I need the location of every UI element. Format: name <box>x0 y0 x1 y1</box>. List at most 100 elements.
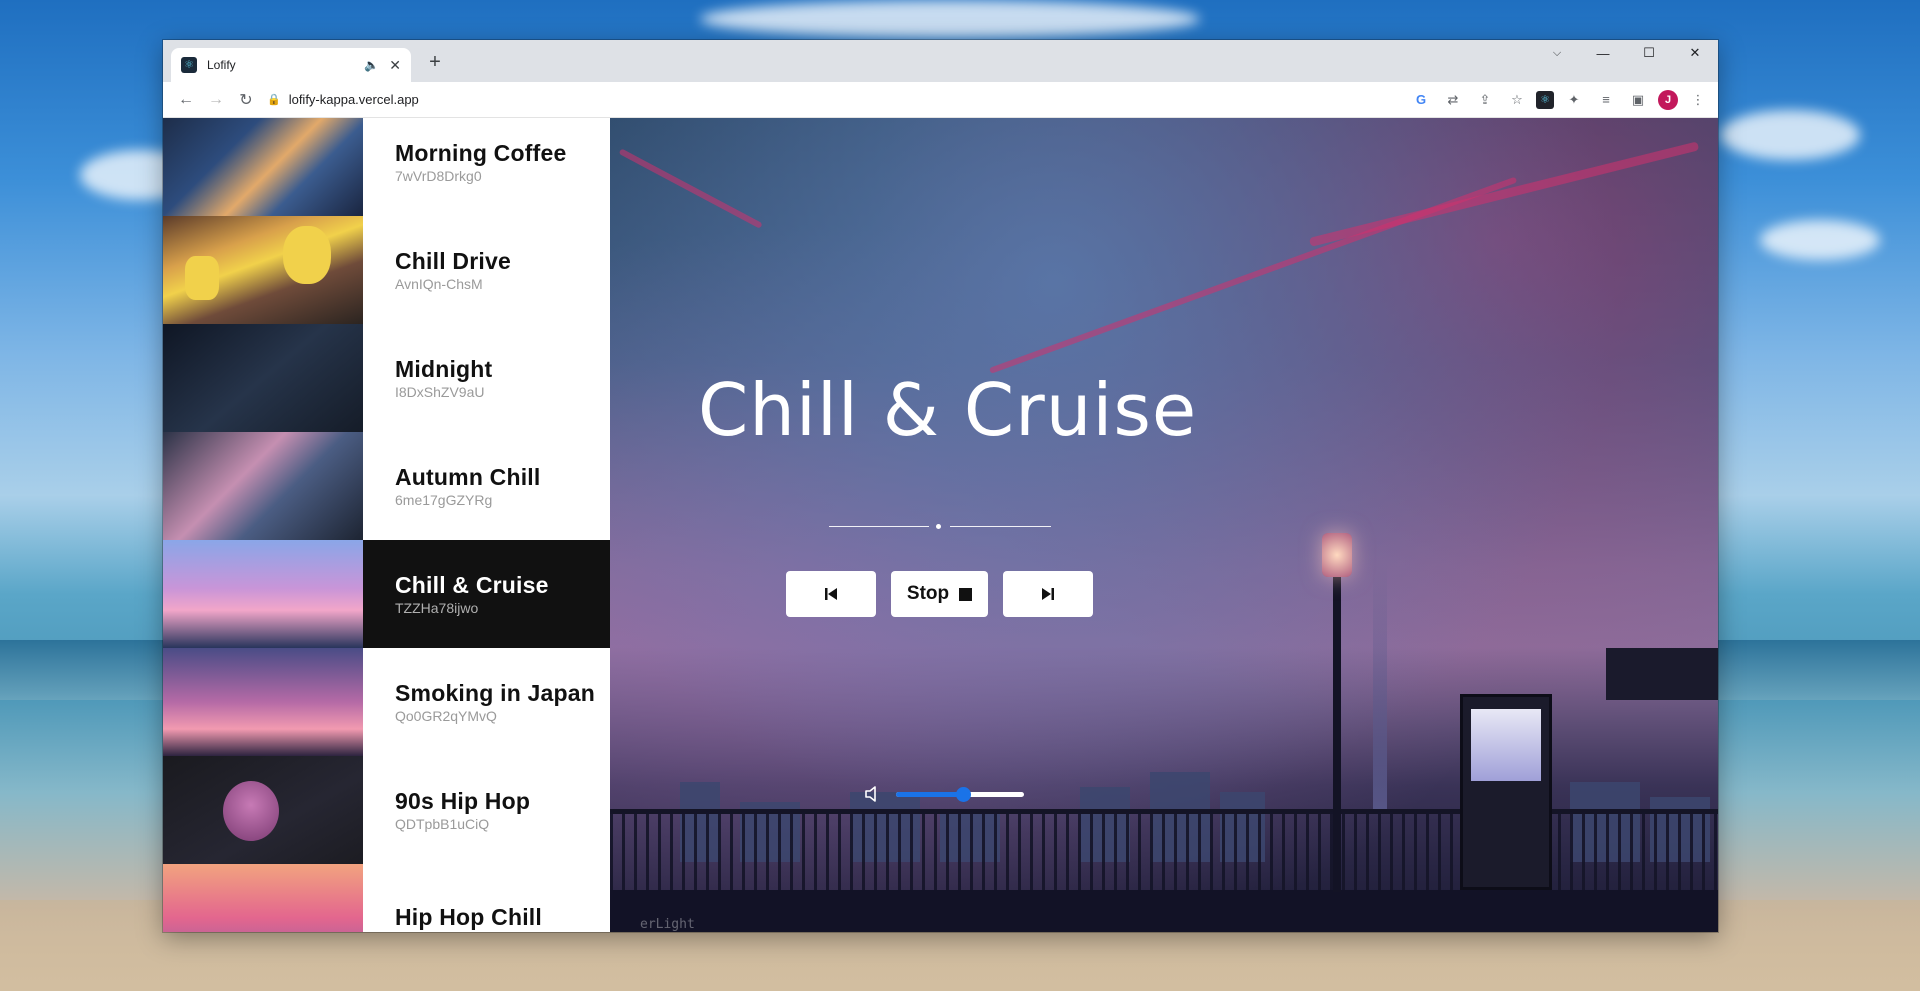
menu-dots-icon[interactable]: ⋮ <box>1686 88 1710 112</box>
station-item[interactable]: Midnight I8DxShZV9aU <box>163 324 610 432</box>
station-thumbnail <box>163 756 363 864</box>
side-panel-icon[interactable]: ▣ <box>1626 88 1650 112</box>
stop-label: Stop <box>906 583 950 604</box>
station-info: Chill & Cruise TZZHa78ijwo <box>363 540 610 648</box>
station-video-id: Qo0GR2qYMvQ <box>395 708 497 724</box>
react-favicon-icon: ⚛ <box>181 57 197 73</box>
cloud-decoration <box>700 0 1200 38</box>
media-control-icon[interactable]: ≡ <box>1594 88 1618 112</box>
extensions-area: ⚛ ✦ ≡ ▣ J ⋮ <box>1536 88 1710 112</box>
station-thumbnail <box>163 540 363 648</box>
station-name: 90s Hip Hop <box>395 788 531 814</box>
address-bar-actions: G ⇄ ⇪ ☆ <box>1410 92 1528 108</box>
station-video-id: 6me17gGZYRg <box>395 492 493 508</box>
speaker-icon[interactable]: 🔈 <box>364 58 379 72</box>
station-item[interactable]: Hip Hop Chill <box>163 864 610 932</box>
station-name: Autumn Chill <box>395 464 541 490</box>
profile-avatar[interactable]: J <box>1658 89 1678 110</box>
station-item[interactable]: Autumn Chill 6me17gGZYRg <box>163 432 610 540</box>
artist-watermark: erLight <box>640 917 695 932</box>
back-button[interactable]: ← <box>171 85 201 115</box>
minimize-button[interactable]: — <box>1580 40 1626 66</box>
station-thumbnail <box>163 432 363 540</box>
tab-title: Lofify <box>207 58 236 72</box>
volume-slider-fill <box>896 791 963 797</box>
previous-button[interactable] <box>786 571 876 617</box>
lofify-app: Morning Coffee 7wVrD8Drkg0 Chill Drive A… <box>163 118 1718 932</box>
station-item[interactable]: Morning Coffee 7wVrD8Drkg0 <box>163 118 610 216</box>
ground <box>610 890 1718 932</box>
share-icon[interactable]: ⇪ <box>1474 92 1496 108</box>
stop-button[interactable]: Stop <box>891 571 988 617</box>
station-thumbnail <box>163 324 363 432</box>
translate-icon[interactable]: ⇄ <box>1442 92 1464 108</box>
station-name: Smoking in Japan <box>395 680 596 706</box>
bus-shelter <box>1606 648 1718 700</box>
station-info: 90s Hip Hop QDTpbB1uCiQ <box>363 756 610 864</box>
station-thumbnail <box>163 118 363 216</box>
station-video-id: AvnIQn-ChsM <box>395 276 483 292</box>
station-sidebar: Morning Coffee 7wVrD8Drkg0 Chill Drive A… <box>163 118 610 932</box>
sky-streak <box>618 148 763 229</box>
station-thumbnail <box>163 648 363 756</box>
volume-slider-thumb[interactable] <box>955 786 971 802</box>
stop-icon <box>959 587 973 601</box>
station-name: Morning Coffee <box>395 140 567 166</box>
station-video-id: QDTpbB1uCiQ <box>395 816 490 832</box>
station-info: Morning Coffee 7wVrD8Drkg0 <box>363 118 610 216</box>
station-info: Hip Hop Chill <box>363 864 610 932</box>
forward-button[interactable]: → <box>201 85 231 115</box>
station-video-id: 7wVrD8Drkg0 <box>395 168 482 184</box>
station-video-id: I8DxShZV9aU <box>395 384 485 400</box>
vending-machine <box>1460 694 1552 890</box>
puzzle-extensions-icon[interactable]: ✦ <box>1562 88 1586 112</box>
maximize-button[interactable]: ☐ <box>1626 40 1672 66</box>
browser-toolbar: ← → ↻ 🔒 lofify-kappa.vercel.app G ⇄ ⇪ ☆ … <box>163 82 1718 118</box>
playback-controls: Stop <box>786 571 1093 617</box>
next-button[interactable] <box>1003 571 1093 617</box>
station-info: Midnight I8DxShZV9aU <box>363 324 610 432</box>
station-thumbnail <box>163 864 363 932</box>
station-name: Chill Drive <box>395 248 511 274</box>
browser-window: ⚛ Lofify 🔈 ✕ + ⌵ — ☐ ✕ ← → ↻ 🔒 lofify-ka… <box>163 40 1718 932</box>
skip-next-icon <box>1042 588 1054 600</box>
close-icon[interactable]: ✕ <box>389 57 401 74</box>
volume-slider[interactable] <box>896 786 1024 802</box>
sky-streak <box>1308 141 1700 247</box>
chevron-down-icon[interactable]: ⌵ <box>1542 42 1572 64</box>
volume-mute-icon[interactable] <box>862 783 884 805</box>
station-item[interactable]: Smoking in Japan Qo0GR2qYMvQ <box>163 648 610 756</box>
address-bar[interactable]: 🔒 lofify-kappa.vercel.app <box>267 86 1402 114</box>
station-thumbnail <box>163 216 363 324</box>
browser-tab[interactable]: ⚛ Lofify 🔈 ✕ <box>171 48 411 82</box>
now-playing-title: Chill & Cruise <box>698 368 1198 452</box>
reload-button[interactable]: ↻ <box>231 85 261 115</box>
cloud-decoration <box>1720 110 1860 160</box>
station-name: Chill & Cruise <box>395 572 549 598</box>
title-divider <box>829 523 1051 531</box>
station-info: Smoking in Japan Qo0GR2qYMvQ <box>363 648 610 756</box>
volume-control <box>862 783 1024 805</box>
player-area: Chill & Cruise Stop erLight <box>610 118 1718 932</box>
url-text: lofify-kappa.vercel.app <box>288 92 419 107</box>
new-tab-button[interactable]: + <box>421 48 449 76</box>
street-lamp <box>1333 562 1341 892</box>
close-window-button[interactable]: ✕ <box>1672 40 1718 66</box>
station-item[interactable]: 90s Hip Hop QDTpbB1uCiQ <box>163 756 610 864</box>
station-name: Midnight <box>395 356 493 382</box>
bookmark-star-icon[interactable]: ☆ <box>1506 92 1528 108</box>
station-video-id: TZZHa78ijwo <box>395 600 479 616</box>
tab-strip: ⚛ Lofify 🔈 ✕ + ⌵ — ☐ ✕ <box>163 40 1718 82</box>
skip-previous-icon <box>825 588 837 600</box>
station-item[interactable]: Chill Drive AvnIQn-ChsM <box>163 216 610 324</box>
lock-icon[interactable]: 🔒 <box>267 93 281 106</box>
window-controls: — ☐ ✕ <box>1580 40 1718 66</box>
tokyo-tower <box>1373 562 1387 812</box>
station-info: Chill Drive AvnIQn-ChsM <box>363 216 610 324</box>
google-lens-icon[interactable]: G <box>1410 92 1432 107</box>
station-info: Autumn Chill 6me17gGZYRg <box>363 432 610 540</box>
station-item-active[interactable]: Chill & Cruise TZZHa78ijwo <box>163 540 610 648</box>
cloud-decoration <box>1760 220 1880 260</box>
react-devtools-icon[interactable]: ⚛ <box>1536 90 1554 109</box>
station-list: Morning Coffee 7wVrD8Drkg0 Chill Drive A… <box>163 118 610 932</box>
